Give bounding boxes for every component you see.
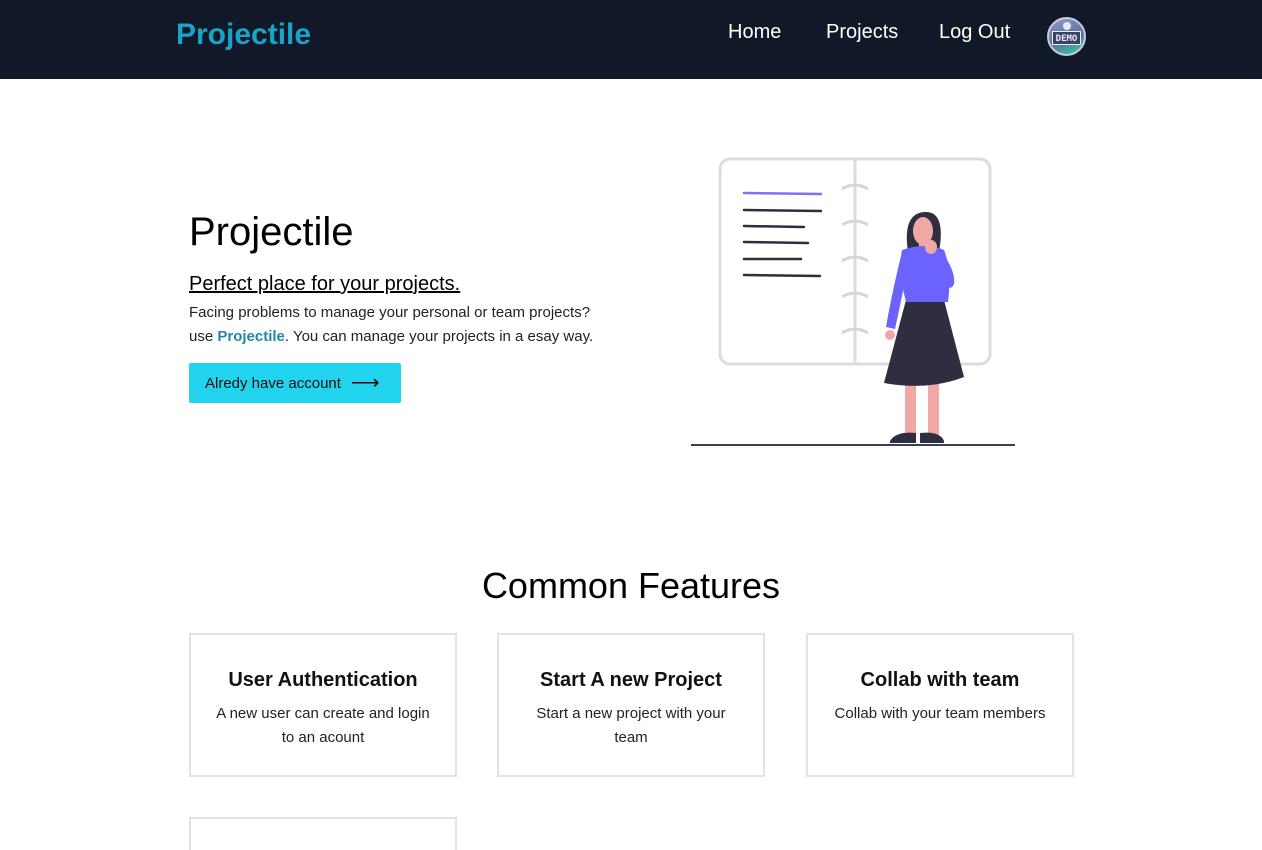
avatar-label: DEMO	[1052, 31, 1081, 45]
hero-description-prefix: use	[189, 328, 218, 345]
features-title: Common Features	[481, 565, 781, 606]
avatar[interactable]: DEMO	[1047, 17, 1086, 56]
feature-card-title: User Authentication	[228, 669, 418, 691]
hero-description-line1: Facing problems to manage your personal …	[189, 304, 591, 321]
feature-card-description: Start a new project with your team	[536, 705, 726, 746]
hero-description: Facing problems to manage your personal …	[189, 301, 649, 349]
hero-description-brand: Projectile	[217, 328, 285, 345]
already-have-account-button[interactable]: Alredy have account ⟶	[189, 363, 401, 403]
feature-card-new-project: Start A new Project Start a new project …	[497, 633, 765, 777]
feature-card-authentication: User Authentication A new user can creat…	[189, 633, 457, 777]
feature-card-partial	[189, 817, 457, 850]
feature-card-title: Collab with team	[860, 669, 1020, 691]
feature-card-description: Collab with your team members	[834, 705, 1046, 722]
nav-link-logout[interactable]: Log Out	[939, 21, 1010, 44]
hero-description-suffix: . You can manage your projects in a esay…	[284, 328, 594, 345]
feature-card-collab: Collab with team Collab with your team m…	[806, 633, 1074, 777]
brand-logo[interactable]: Projectile	[176, 18, 311, 52]
avatar-dot-icon	[1063, 22, 1071, 30]
arrow-right-icon: ⟶	[350, 372, 380, 394]
feature-card-title: Start A new Project	[540, 669, 722, 691]
navbar: Projectile Home Projects Log Out DEMO	[0, 0, 1262, 79]
hero-tagline: Perfect place for your projects.	[189, 273, 461, 295]
woman-notebook-illustration	[691, 157, 1015, 446]
cta-label: Alredy have account	[205, 374, 341, 392]
hero-title: Projectile	[189, 210, 354, 254]
feature-card-description: A new user can create and login to an ac…	[216, 705, 430, 746]
nav-link-home[interactable]: Home	[728, 21, 781, 44]
nav-link-projects[interactable]: Projects	[826, 21, 898, 44]
